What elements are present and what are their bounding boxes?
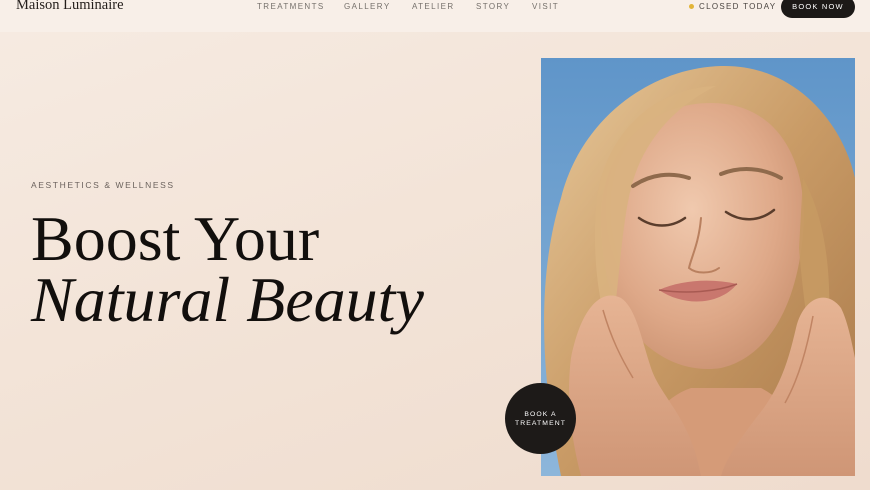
book-treatment-line1: BOOK A	[524, 411, 557, 418]
status-dot-icon	[689, 4, 694, 9]
book-now-button[interactable]: BOOK NOW	[781, 0, 855, 18]
book-treatment-button[interactable]: BOOK A TREATMENT	[505, 383, 576, 454]
nav-item-gallery[interactable]: GALLERY	[344, 2, 391, 11]
nav-item-visit[interactable]: VISIT	[532, 2, 559, 11]
book-treatment-line2: TREATMENT	[515, 420, 566, 427]
hero-headline-line1: Boost Your	[31, 203, 320, 274]
nav-item-atelier[interactable]: ATELIER	[412, 2, 455, 11]
hero-portrait-image	[541, 58, 855, 476]
nav-item-treatments[interactable]: TREATMENTS	[257, 2, 325, 11]
hero-eyebrow: AESTHETICS & WELLNESS	[31, 180, 175, 190]
status-label: CLOSED TODAY	[699, 2, 777, 11]
site-header: Maison Luminaire TREATMENTS GALLERY ATEL…	[0, 0, 870, 32]
hero-headline-line2: Natural Beauty	[31, 264, 424, 335]
nav-item-story[interactable]: STORY	[476, 2, 510, 11]
